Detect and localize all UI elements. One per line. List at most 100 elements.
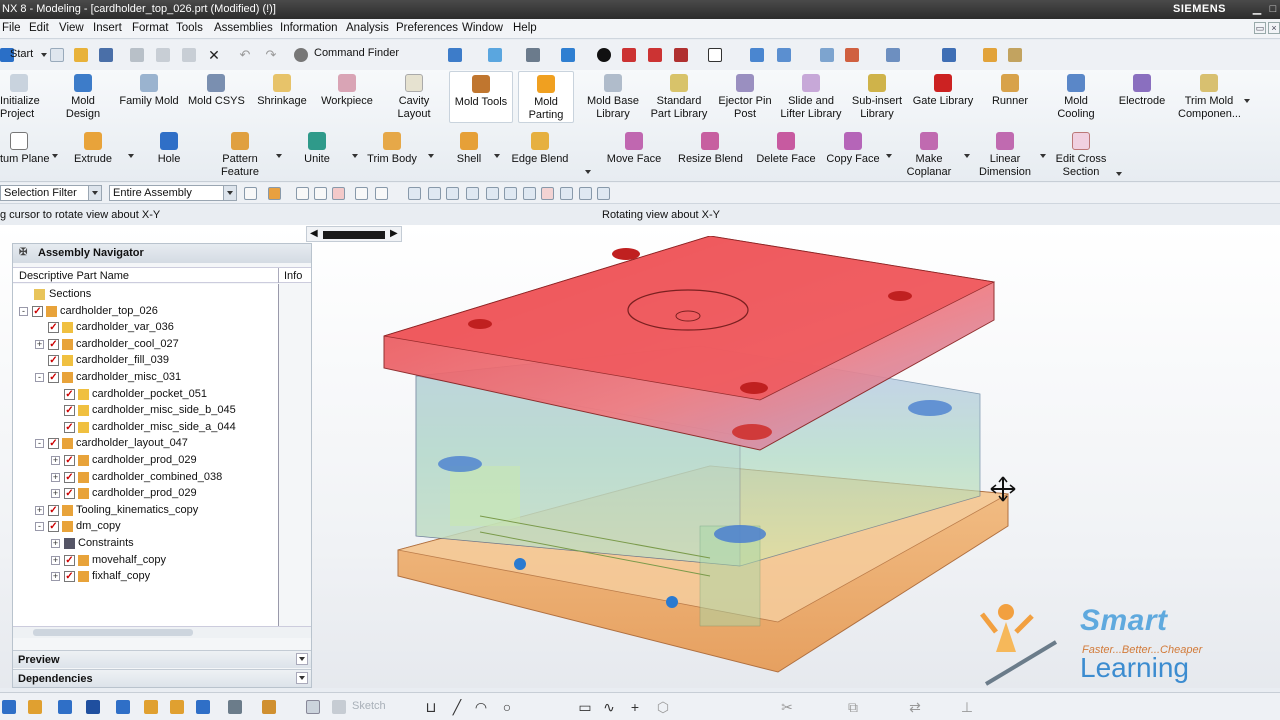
constraint-icon[interactable]: ⊥: [960, 700, 974, 714]
tree-row[interactable]: ✓ cardholder_pocket_051: [13, 387, 277, 403]
column-info[interactable]: Info: [284, 270, 302, 282]
menu-tools[interactable]: Tools: [176, 22, 203, 34]
open-folder-icon[interactable]: [74, 48, 88, 62]
tree-row[interactable]: - ✓ cardholder_layout_047: [13, 436, 277, 452]
sub-insert-library-button[interactable]: Sub-insert Library: [848, 74, 906, 120]
pan-icon[interactable]: [116, 700, 130, 714]
arc-icon[interactable]: ◠: [474, 700, 488, 714]
menu-view[interactable]: View: [59, 22, 84, 34]
mold-parting-button[interactable]: Mold Parting: [518, 71, 574, 123]
hole-button[interactable]: Hole: [148, 132, 190, 166]
copy-icon[interactable]: [156, 48, 170, 62]
snap-mid-icon[interactable]: [466, 187, 479, 200]
trim-mold-components-button[interactable]: Trim Mold Componen...: [1178, 74, 1241, 120]
runner-button[interactable]: Runner: [986, 74, 1034, 108]
tree-row[interactable]: + ✓ cardholder_combined_038: [13, 470, 277, 486]
extrude-dropdown-icon[interactable]: [128, 154, 134, 158]
paste-icon[interactable]: [182, 48, 196, 62]
trim-body-dropdown-icon[interactable]: [428, 154, 434, 158]
visibility-checkbox[interactable]: ✓: [64, 405, 75, 417]
expand-icon[interactable]: +: [35, 339, 44, 349]
tree-row[interactable]: - ✓ dm_copy: [13, 519, 277, 535]
show-hide-icon[interactable]: [648, 48, 662, 62]
family-mold-button[interactable]: Family Mold: [118, 74, 180, 108]
menu-insert[interactable]: Insert: [93, 22, 122, 34]
linear-dimension-button[interactable]: Linear Dimension: [974, 132, 1036, 178]
visibility-checkbox[interactable]: ✓: [48, 355, 59, 367]
collapse-icon[interactable]: -: [19, 306, 28, 316]
scrollbar-thumb[interactable]: [33, 629, 193, 636]
unite-dropdown-icon[interactable]: [352, 154, 358, 158]
edge-blend-button[interactable]: Edge Blend: [510, 132, 570, 166]
tree-row[interactable]: ✓ cardholder_var_036: [13, 320, 277, 336]
shell-button[interactable]: Shell: [448, 132, 490, 166]
tree-row[interactable]: - ✓ cardholder_misc_031: [13, 370, 277, 386]
visibility-checkbox[interactable]: ✓: [48, 504, 59, 516]
mold-assembly-model[interactable]: [380, 236, 1020, 676]
close-icon[interactable]: ×: [1268, 22, 1280, 34]
orient-view-icon[interactable]: [750, 48, 764, 62]
zoom-icon[interactable]: [526, 48, 540, 62]
restore-icon[interactable]: ▭: [1254, 22, 1266, 34]
background-icon[interactable]: [708, 48, 722, 62]
tree-row[interactable]: + Constraints: [13, 536, 277, 552]
menu-format[interactable]: Format: [132, 22, 168, 34]
copy-face-dropdown-icon[interactable]: [886, 154, 892, 158]
undo-icon[interactable]: ↶: [238, 48, 252, 62]
select-icon[interactable]: [886, 48, 900, 62]
collapse-icon[interactable]: -: [35, 439, 44, 449]
polygon-icon[interactable]: ⬡: [656, 700, 670, 714]
tree-row[interactable]: + ✓ fixhalf_copy: [13, 569, 277, 585]
layer-icon[interactable]: [820, 48, 834, 62]
delete-face-button[interactable]: Delete Face: [756, 132, 816, 166]
line-icon[interactable]: ╱: [450, 700, 464, 714]
menu-information[interactable]: Information: [280, 22, 338, 34]
edit-cross-section-button[interactable]: Edit Cross Section: [1052, 132, 1110, 178]
rectangle-icon[interactable]: ▭: [578, 700, 592, 714]
refresh-icon[interactable]: [144, 700, 158, 714]
sketch-icon[interactable]: [306, 700, 320, 714]
select-mode-icon[interactable]: [314, 187, 327, 200]
profile-icon[interactable]: ⊔: [424, 700, 438, 714]
snap-point-icon[interactable]: [408, 187, 421, 200]
ejector-pin-post-button[interactable]: Ejector Pin Post: [716, 74, 774, 120]
wcs-icon[interactable]: [845, 48, 859, 62]
chevron-down-icon[interactable]: [296, 672, 308, 684]
layer-settings-icon[interactable]: [228, 700, 242, 714]
cut-icon[interactable]: [130, 48, 144, 62]
tree-row[interactable]: + ✓ cardholder_cool_027: [13, 337, 277, 353]
snap-view-icon[interactable]: [777, 48, 791, 62]
snap-intersection-icon[interactable]: [504, 187, 517, 200]
new-file-icon[interactable]: [50, 48, 64, 62]
snap-curve-icon[interactable]: [579, 187, 592, 200]
unite-button[interactable]: Unite: [296, 132, 338, 166]
view-triad-icon[interactable]: [2, 700, 16, 714]
studio-spline-icon[interactable]: ∿: [602, 700, 616, 714]
visibility-checkbox[interactable]: ✓: [48, 322, 59, 334]
window-icon[interactable]: [448, 48, 462, 62]
menu-analysis[interactable]: Analysis: [346, 22, 389, 34]
start-dropdown-icon[interactable]: [41, 53, 47, 57]
visibility-checkbox[interactable]: ✓: [48, 438, 59, 450]
mold-csys-button[interactable]: Mold CSYS: [188, 74, 245, 108]
redo-icon[interactable]: ↷: [264, 48, 278, 62]
shrinkage-button[interactable]: Shrinkage: [255, 74, 309, 108]
minimize-icon[interactable]: ▁: [1250, 2, 1264, 16]
column-part-name[interactable]: Descriptive Part Name: [19, 270, 129, 282]
electrode-button[interactable]: Electrode: [1114, 74, 1170, 108]
rotate-icon[interactable]: [86, 700, 100, 714]
select-face-icon[interactable]: [355, 187, 368, 200]
move-face-button[interactable]: Move Face: [604, 132, 664, 166]
tree-row[interactable]: + ✓ Tooling_kinematics_copy: [13, 503, 277, 519]
pin-icon[interactable]: ✠: [19, 247, 27, 258]
perspective-icon[interactable]: [196, 700, 210, 714]
ruler-icon[interactable]: [983, 48, 997, 62]
visibility-checkbox[interactable]: ✓: [64, 455, 75, 466]
edit-cross-section-dropdown-icon[interactable]: [1116, 172, 1122, 176]
tree-row[interactable]: - ✓ cardholder_top_026: [13, 304, 277, 320]
selection-filter-dropdown[interactable]: Selection Filter: [0, 185, 102, 201]
snap-line-icon[interactable]: [446, 187, 459, 200]
menu-edit[interactable]: Edit: [29, 22, 49, 34]
expand-icon[interactable]: +: [51, 539, 60, 548]
scroll-left-icon[interactable]: ◀: [310, 228, 318, 239]
